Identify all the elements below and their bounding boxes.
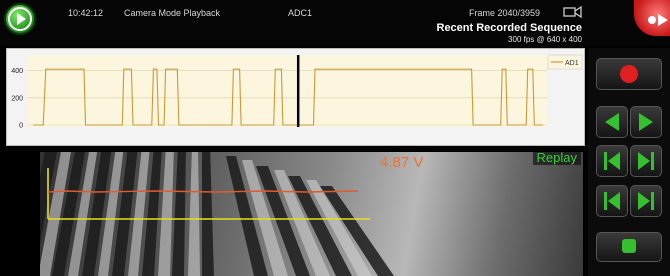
step-back-button[interactable]	[596, 106, 628, 138]
legend-label: AD1	[565, 60, 579, 67]
skip-start-button[interactable]	[596, 185, 628, 217]
stop-icon	[622, 239, 636, 253]
signal-chart-svg: 0 200 400 AD1	[11, 54, 583, 130]
plot-area	[27, 55, 547, 127]
live-record-button[interactable]	[634, 0, 670, 36]
skip-end-icon	[638, 192, 654, 210]
voltage-readout: 4.87 V	[380, 154, 424, 171]
step-back-icon	[605, 113, 619, 131]
signal-chart[interactable]: 0 200 400 AD1	[6, 48, 585, 146]
record-icon	[620, 65, 638, 83]
stop-button[interactable]	[596, 232, 662, 262]
skip-start-icon	[604, 192, 620, 210]
step-forward-button[interactable]	[630, 106, 662, 138]
playback-controls	[588, 48, 670, 276]
sequence-title: Recent Recorded Sequence	[436, 22, 583, 34]
camera-frame-image	[6, 146, 583, 276]
y-tick-label: 200	[11, 95, 23, 102]
y-tick-label: 400	[11, 68, 23, 75]
record-play-icon	[648, 14, 668, 26]
frame-forward-icon	[638, 152, 654, 170]
frame-counter: Frame 2040/3959	[469, 8, 541, 18]
step-forward-icon	[639, 113, 653, 131]
camera-icon	[563, 6, 582, 18]
top-bar: 10:42:12 Camera Mode Playback ADC1 Frame…	[0, 0, 670, 46]
mode-label: Camera Mode Playback	[124, 8, 221, 18]
frame-forward-button[interactable]	[630, 145, 662, 177]
clock-time: 10:42:12	[68, 8, 104, 18]
frame-back-button[interactable]	[596, 145, 628, 177]
play-icon	[8, 7, 32, 31]
home-button[interactable]	[6, 5, 34, 33]
replay-badge: Replay	[532, 150, 581, 165]
frame-back-icon	[604, 152, 620, 170]
y-tick-label: 0	[19, 123, 23, 130]
skip-end-button[interactable]	[630, 185, 662, 217]
record-button[interactable]	[596, 58, 662, 90]
camera-view: 4.87 V Replay	[6, 146, 583, 276]
sequence-format: 300 fps @ 640 x 400	[508, 35, 582, 44]
legend: AD1	[547, 54, 583, 70]
channel-label: ADC1	[288, 8, 313, 18]
